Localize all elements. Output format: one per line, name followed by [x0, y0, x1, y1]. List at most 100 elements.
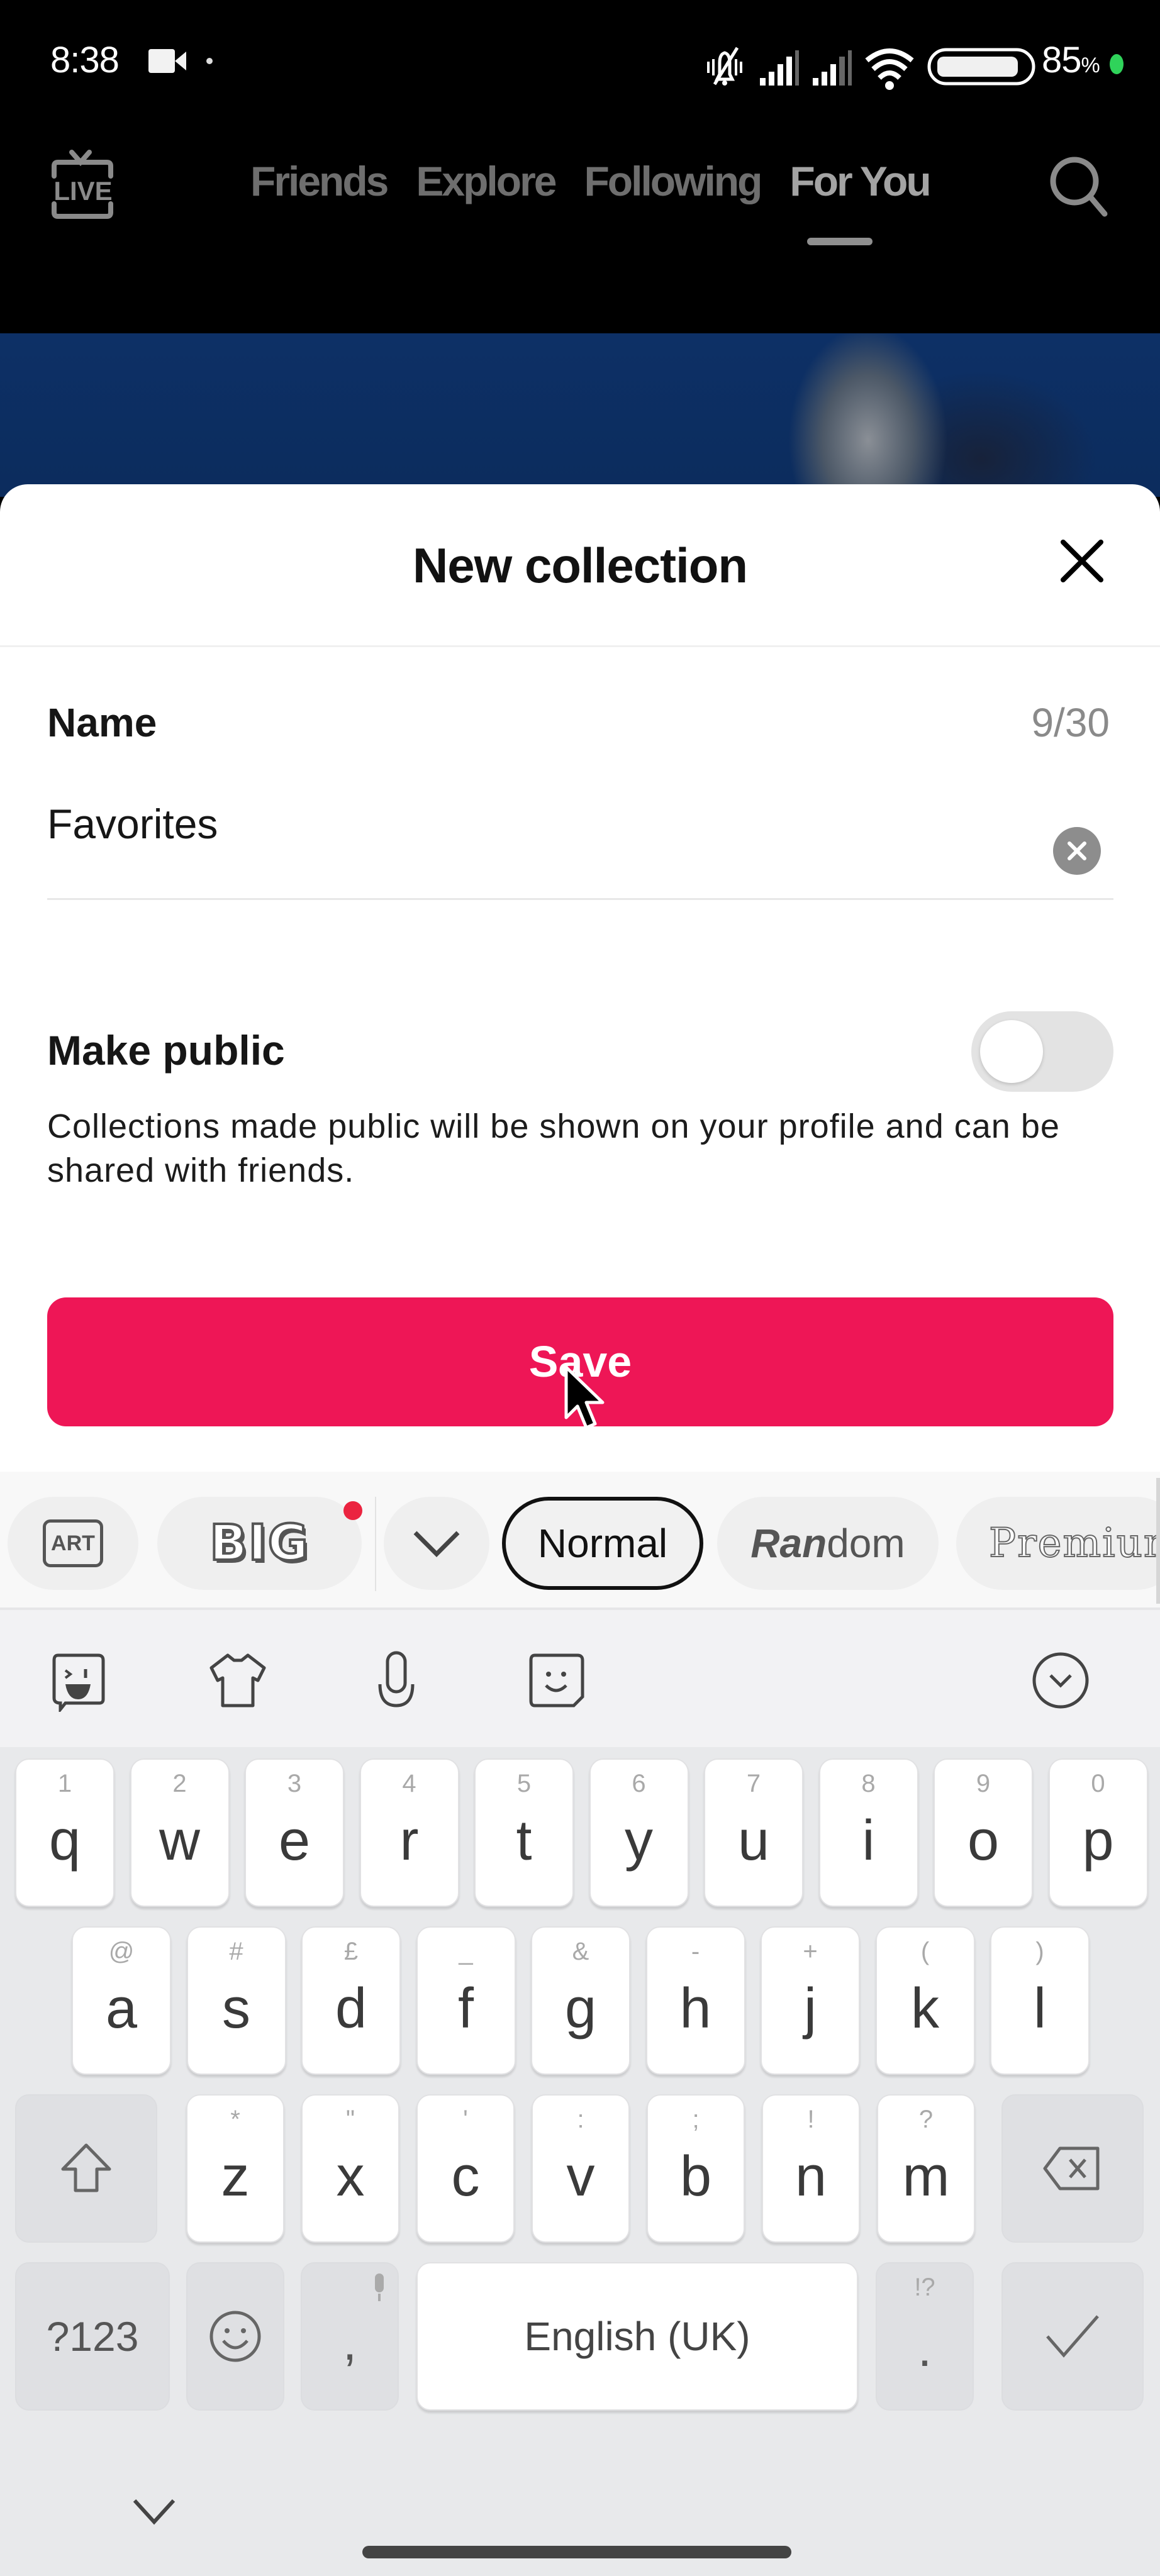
tab-following[interactable]: Following [584, 157, 762, 205]
key-j[interactable]: + j [761, 1926, 860, 2075]
key-l[interactable]: ) l [990, 1926, 1090, 2075]
key-char: t [516, 1809, 532, 1872]
scroll-edge [1156, 1478, 1160, 1604]
key-s[interactable]: # s [186, 1926, 286, 2075]
key-m[interactable]: ? m [877, 2094, 975, 2243]
key-hint: @ [108, 1938, 135, 1965]
font-random-button[interactable]: Random [717, 1497, 939, 1590]
toggle-knob [980, 1020, 1043, 1083]
tab-for-you[interactable]: For You [789, 157, 931, 205]
key-hint: 6 [632, 1770, 646, 1797]
key-c[interactable]: ' c [416, 2094, 515, 2243]
font-art-button[interactable]: ART [8, 1497, 138, 1590]
key-x[interactable]: " x [301, 2094, 399, 2243]
key-char: f [457, 1977, 474, 2040]
input-underline [47, 898, 1113, 900]
key-hint: 0 [1091, 1770, 1105, 1797]
key-hint: 2 [172, 1770, 187, 1797]
theme-shirt-icon[interactable] [206, 1649, 269, 1712]
backspace-key[interactable] [1001, 2094, 1144, 2243]
key-char: g [564, 1977, 597, 2040]
sheet-title: New collection [412, 538, 748, 593]
font-normal-button[interactable]: Normal [502, 1497, 703, 1590]
font-premium-button[interactable]: Premium [956, 1497, 1160, 1590]
key-hint: 7 [746, 1770, 761, 1797]
tab-explore[interactable]: Explore [416, 157, 557, 205]
shift-key[interactable] [15, 2094, 157, 2243]
enter-key[interactable] [1001, 2262, 1144, 2411]
new-collection-sheet: New collection Name 9/30 Make public Col… [0, 484, 1160, 1472]
close-icon[interactable] [1057, 536, 1107, 586]
key-r[interactable]: 4r [359, 1758, 459, 1907]
live-icon[interactable]: LIVE [45, 148, 121, 224]
video-recording-icon [148, 49, 186, 73]
key-hint: 9 [976, 1770, 991, 1797]
key-b[interactable]: ; b [647, 2094, 745, 2243]
hide-keyboard-icon[interactable] [126, 2489, 182, 2533]
video-preview[interactable] [0, 333, 1160, 497]
tab-friends[interactable]: Friends [250, 157, 389, 205]
comma-key[interactable]: , [301, 2262, 399, 2411]
navigation-bar [0, 2421, 1160, 2576]
make-public-description: Collections made public will be shown on… [47, 1108, 1060, 1189]
big-label: BIG [208, 1514, 310, 1573]
key-hint: " [345, 2106, 355, 2133]
key-f[interactable]: _ f [416, 1926, 516, 2075]
clear-input-button[interactable] [1053, 827, 1101, 875]
battery-percent: 85% [1042, 40, 1100, 80]
emoji-sticker-icon[interactable] [525, 1649, 588, 1712]
key-k[interactable]: (k [875, 1926, 975, 2075]
key-hint: * [230, 2106, 240, 2133]
random-label: Random [750, 1521, 905, 1566]
space-key[interactable]: English (UK) [416, 2262, 858, 2411]
key-w[interactable]: 2w [130, 1758, 230, 1907]
key-char: a [105, 1977, 138, 2040]
key-z[interactable]: * z [186, 2094, 284, 2243]
key-hint: ' [463, 2106, 468, 2133]
key-g[interactable]: & g [531, 1926, 630, 2075]
name-label: Name [47, 700, 157, 745]
expand-fonts-button[interactable] [384, 1497, 489, 1590]
name-character-counter: 9/30 [1031, 700, 1110, 745]
key-y[interactable]: 6y [589, 1758, 689, 1907]
shift-icon [61, 2143, 111, 2192]
key-char: c [451, 2145, 480, 2208]
key-u[interactable]: 7u [704, 1758, 803, 1907]
emoji-key[interactable] [186, 2262, 284, 2411]
key-p[interactable]: 0p [1048, 1758, 1148, 1907]
save-button[interactable]: Save [47, 1297, 1113, 1426]
backspace-icon [1043, 2146, 1100, 2190]
period-key[interactable]: !? . [876, 2262, 974, 2411]
symbols-key[interactable]: ?123 [15, 2262, 170, 2411]
key-hint: ; [692, 2106, 700, 2133]
key-char: s [222, 1977, 250, 2040]
microphone-icon[interactable] [365, 1649, 428, 1712]
key-char: n [795, 2145, 827, 2208]
clear-icon [1068, 841, 1086, 860]
home-indicator[interactable] [362, 2546, 791, 2558]
key-n[interactable]: ! n [762, 2094, 860, 2243]
make-public-toggle[interactable] [971, 1011, 1113, 1092]
active-tab-indicator [807, 238, 873, 245]
font-big-button[interactable]: BIG [157, 1497, 362, 1590]
key-q[interactable]: 1q [15, 1758, 114, 1907]
key-char: b [679, 2145, 712, 2208]
key-e[interactable]: 3e [245, 1758, 344, 1907]
key-t[interactable]: 5t [474, 1758, 574, 1907]
key-hint: 8 [861, 1770, 876, 1797]
key-o[interactable]: 9o [934, 1758, 1033, 1907]
name-input[interactable] [47, 792, 1066, 855]
key-d[interactable]: £ d [301, 1926, 401, 2075]
signal-icon-sim1 [760, 50, 799, 86]
sticker-icon[interactable] [47, 1649, 109, 1712]
key-i[interactable]: 8i [818, 1758, 918, 1907]
key-a[interactable]: @ a [72, 1926, 171, 2075]
search-icon[interactable] [1044, 151, 1113, 220]
key-char: r [399, 1809, 419, 1872]
key-hint: 1 [57, 1770, 72, 1797]
collapse-toolbar-icon[interactable] [1029, 1649, 1092, 1712]
key-char: m [902, 2145, 950, 2208]
key-h[interactable]: -h [645, 1926, 745, 2075]
key-hint: + [803, 1938, 818, 1965]
key-v[interactable]: :v [532, 2094, 630, 2243]
